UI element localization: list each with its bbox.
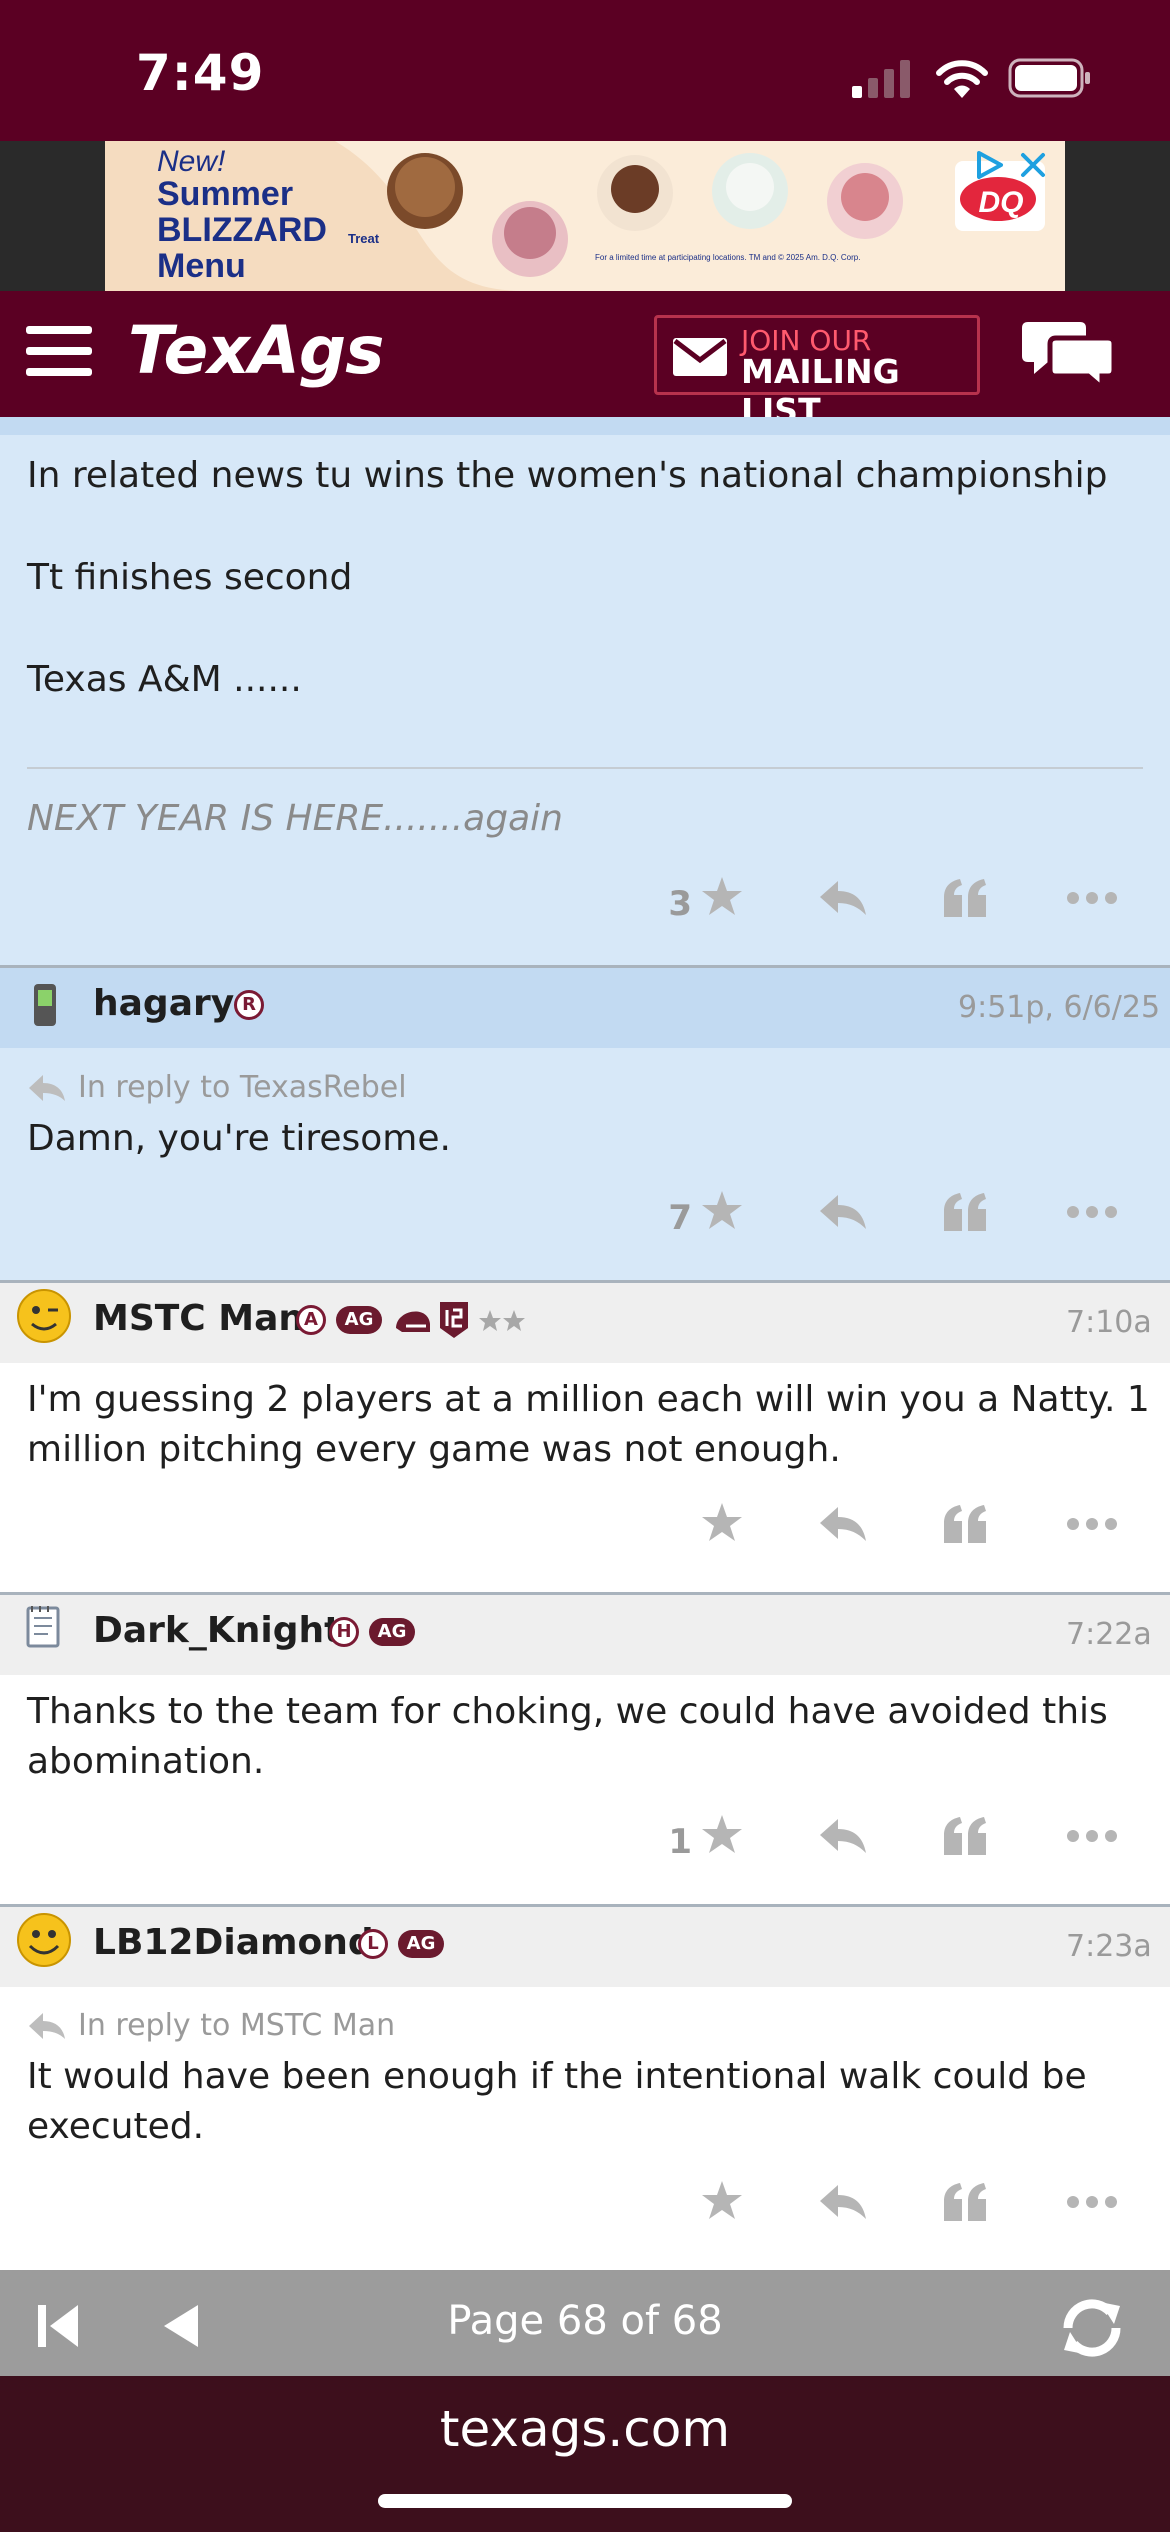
post-5-quote-icon[interactable] [942,2181,988,2223]
post-3-line-2: million pitching every game was not enou… [27,1429,841,1470]
post-5-rank-badge: L [358,1929,388,1959]
avatar-smiley-wink-icon[interactable] [14,1284,74,1344]
post-2-like-star-icon[interactable] [700,1189,744,1233]
post-4-like-star-icon[interactable] [700,1813,744,1857]
status-time: 7:49 [136,44,265,102]
battery-icon [1008,58,1090,98]
mailing-list-button[interactable]: JOIN OUR MAILING LIST [654,315,980,430]
ad-text-menu: Menu [157,247,246,285]
post-3-reply-icon[interactable] [818,1505,868,1545]
12th-man-badge-icon [440,1302,468,1338]
post-1-reply-icon[interactable] [818,879,868,919]
wifi-icon [936,60,988,98]
post-3-timestamp[interactable]: 7:10a [1066,1305,1152,1340]
hamburger-menu-icon[interactable] [26,326,92,376]
ad-banner[interactable]: New! Summer BLIZZARD Treat Menu DQ For a… [105,141,1065,291]
ad-close-icon[interactable] [1017,149,1049,181]
status-bar: 7:49 [0,0,1170,141]
signature-divider [27,767,1143,769]
post-3-username[interactable]: MSTC Man [93,1298,304,1339]
post-4-timestamp[interactable]: 7:22a [1066,1617,1152,1652]
post-2-line-1: Damn, you're tiresome. [27,1118,451,1159]
post-1-signature: NEXT YEAR IS HERE.......again [27,798,563,839]
post-4-reply-icon[interactable] [818,1817,868,1857]
post-5-like-star-icon[interactable] [700,2179,744,2223]
cellular-signal-icon [852,60,910,98]
post-3-rank-badge: A [296,1305,326,1335]
post-5-more-options-icon[interactable] [1066,2195,1118,2209]
post-4-quote-icon[interactable] [942,1815,988,1857]
url-text[interactable]: texags.com [0,2400,1170,2458]
envelope-icon [673,338,727,376]
post-5-reply-to[interactable]: In reply to MSTC Man [78,2008,395,2043]
avatar-notepad-icon[interactable] [24,1604,64,1648]
ad-fineprint: For a limited time at participating loca… [595,253,861,262]
post-2-username[interactable]: hagary [93,983,234,1024]
post-1-line-3: Texas A&M ...... [27,659,302,700]
post-1-more-options-icon[interactable] [1066,891,1118,905]
page-indicator: Page 68 of 68 [447,2298,723,2344]
post-4-like-count: 1 [668,1822,692,1862]
post-5-ag-badge: AG [398,1930,444,1958]
avatar-phone-icon[interactable] [32,984,58,1026]
post-3-quote-icon[interactable] [942,1503,988,1545]
post-4-more-options-icon[interactable] [1066,1829,1118,1843]
ad-text-blizzard: BLIZZARD [157,211,327,249]
home-indicator [378,2494,792,2508]
post-2-like-count: 7 [668,1198,692,1238]
post-5-reply-icon[interactable] [818,2183,868,2223]
stars-rating-icon [479,1310,525,1331]
post-5-username[interactable]: LB12Diamond [93,1922,374,1963]
reply-to-icon [29,1075,65,1101]
post-1-line-2: Tt finishes second [27,557,353,598]
post-1-line-1: In related news tu wins the women's nati… [27,455,1108,496]
post-1-meta-remnant [0,417,1170,435]
post-2-rank-badge: R [234,990,264,1020]
adchoices-icon[interactable] [973,149,1005,181]
refresh-icon[interactable] [1054,2298,1130,2358]
post-4-rank-badge: H [329,1617,359,1647]
ad-text-treat: Treat [348,231,380,246]
post-2-quote-icon[interactable] [942,1191,988,1233]
chat-bubbles-icon[interactable] [1022,318,1114,390]
post-1-like-star-icon[interactable] [700,875,744,919]
post-2-reply-icon[interactable] [818,1193,868,1233]
dq-logo: DQ [978,186,1024,219]
post-5-line-2: executed. [27,2106,205,2147]
post-4-username[interactable]: Dark_Knight [93,1610,341,1651]
post-4-line-2: abomination. [27,1741,265,1782]
post-1-like-count: 3 [668,884,692,924]
avatar-smiley-icon[interactable] [14,1908,74,1968]
post-3-more-options-icon[interactable] [1066,1517,1118,1531]
post-1-quote-icon[interactable] [942,877,988,919]
helmet-badge-icon [396,1311,430,1332]
post-2-more-options-icon[interactable] [1066,1205,1118,1219]
post-3-ag-badge: AG [336,1306,382,1334]
ad-text-new: New! [157,145,226,178]
post-5-timestamp[interactable]: 7:23a [1066,1929,1152,1964]
post-4-ag-badge: AG [369,1618,415,1646]
reply-to-icon [29,2013,65,2039]
post-2-timestamp[interactable]: 9:51p, 6/6/25 [958,990,1160,1025]
post-5-line-1: It would have been enough if the intenti… [27,2056,1087,2097]
post-4-line-1: Thanks to the team for choking, we could… [27,1691,1108,1732]
post-3-like-star-icon[interactable] [700,1501,744,1545]
post-3-line-1: I'm guessing 2 players at a million each… [27,1379,1150,1420]
post-2-reply-to[interactable]: In reply to TexasRebel [78,1070,407,1105]
texags-logo[interactable]: TexAgs [128,312,384,389]
ad-text-summer: Summer [157,175,294,213]
